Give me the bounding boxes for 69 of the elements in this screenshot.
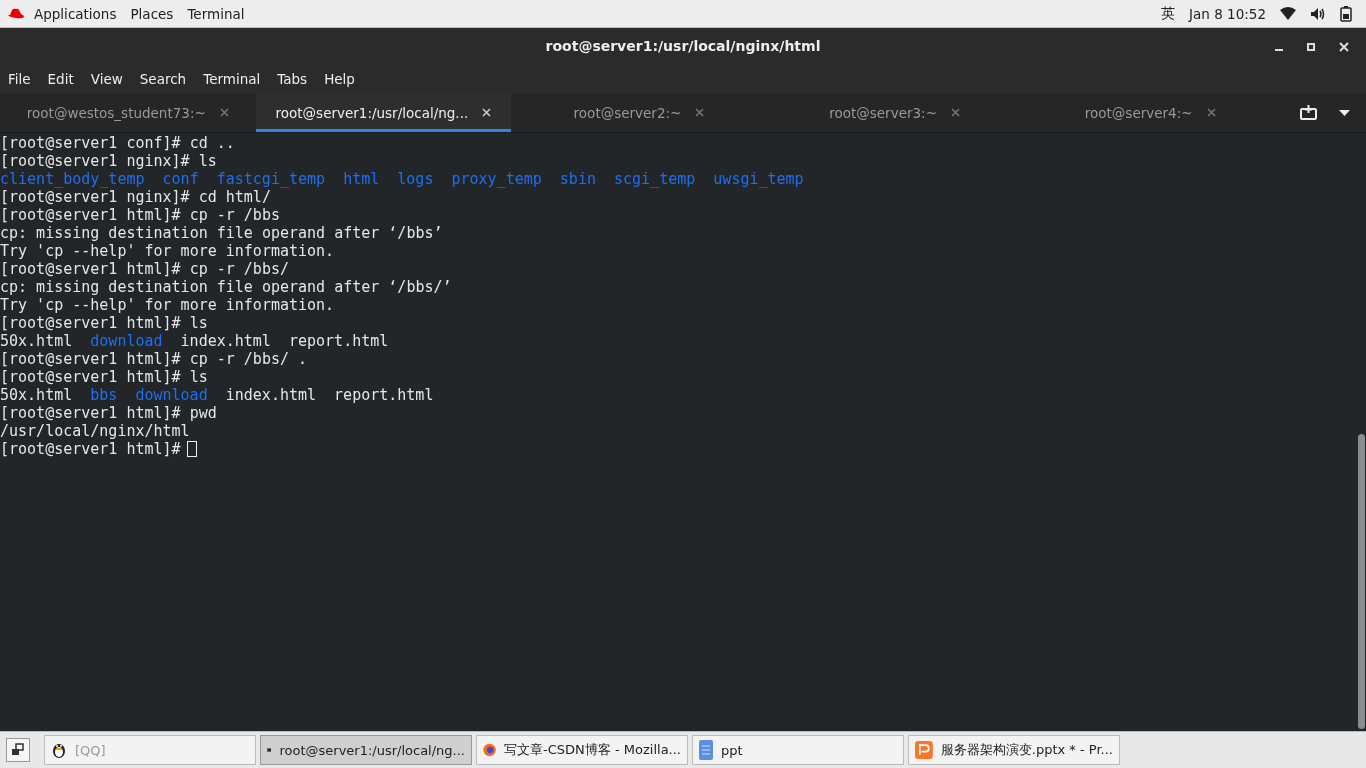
taskbar-window-button[interactable]: ppt bbox=[692, 735, 904, 765]
terminal-line: [root@server1 conf]# cd .. bbox=[0, 134, 235, 152]
file-name: index.html bbox=[180, 332, 271, 350]
hat-logo-icon bbox=[7, 6, 25, 21]
menu-item[interactable]: View bbox=[90, 70, 123, 87]
terminal-line: [root@server1 html]# pwd bbox=[0, 404, 217, 422]
directory-name: conf bbox=[162, 170, 199, 188]
file-name: 50x.html bbox=[0, 332, 73, 350]
terminal-line: [root@server1 html]# cp -r /bbs/ bbox=[0, 260, 289, 278]
directory-name: download bbox=[90, 332, 163, 350]
close-icon[interactable] bbox=[482, 108, 492, 117]
menu-item[interactable]: Tabs bbox=[277, 70, 308, 87]
directory-name: scgi_temp bbox=[614, 170, 696, 188]
directory-name: download bbox=[135, 386, 208, 404]
input-method-indicator[interactable]: 英 bbox=[1161, 4, 1176, 23]
menu-item[interactable]: File bbox=[8, 70, 31, 87]
terminal-line: [root@server1 html]# cp -r /bbs bbox=[0, 206, 280, 224]
battery-icon[interactable] bbox=[1340, 5, 1352, 22]
menu-item[interactable]: Terminal bbox=[203, 70, 261, 87]
wifi-icon[interactable] bbox=[1280, 7, 1296, 20]
clock[interactable]: Jan 8 10:52 bbox=[1189, 5, 1266, 22]
directory-name: html bbox=[343, 170, 380, 188]
terminal-line: Try 'cp --help' for more information. bbox=[0, 242, 335, 260]
terminal-line: [root@server1 nginx]# cd html/ bbox=[0, 188, 271, 206]
top-bar-menu[interactable]: Applications bbox=[34, 5, 117, 22]
terminal-line: [root@server1 nginx]# ls bbox=[0, 152, 217, 170]
file-name: report.html bbox=[288, 332, 389, 350]
directory-name: proxy_temp bbox=[451, 170, 542, 188]
terminal-line: cp: missing destination file operand after ‘/bbs/’ bbox=[0, 278, 452, 296]
top-bar-menu[interactable]: Places bbox=[130, 5, 174, 22]
penguin-icon bbox=[51, 741, 67, 759]
show-desktop-icon[interactable] bbox=[6, 738, 30, 762]
new-tab-icon[interactable] bbox=[1300, 105, 1317, 120]
file-name: index.html bbox=[225, 386, 317, 404]
terminal-tab[interactable]: root@server1:/usr/local/ng... bbox=[255, 93, 512, 132]
window-title: root@server1:/usr/local/nginx/html bbox=[545, 38, 821, 54]
terminal-line: [root@server1 html]# ls bbox=[0, 368, 208, 386]
taskbar-window-button[interactable]: root@server1:/usr/local/ng... bbox=[260, 735, 472, 765]
directory-name: sbin bbox=[559, 170, 596, 188]
menu-item[interactable]: Edit bbox=[47, 70, 74, 87]
terminal-line: /usr/local/nginx/html bbox=[0, 422, 190, 440]
terminal-line: cp: missing destination file operand after ‘/bbs’ bbox=[0, 224, 443, 242]
taskbar-window-button[interactable]: 服务器架构演变.pptx * - Pr... bbox=[908, 735, 1120, 765]
menu-item[interactable]: Search bbox=[139, 70, 187, 87]
dropdown-caret-icon[interactable] bbox=[1339, 109, 1350, 116]
volume-icon[interactable] bbox=[1310, 6, 1326, 21]
directory-name: logs bbox=[397, 170, 434, 188]
maximize-icon[interactable] bbox=[1307, 43, 1315, 51]
document-icon bbox=[699, 740, 713, 760]
scrollbar-thumb[interactable] bbox=[1357, 434, 1365, 729]
terminal-tab[interactable]: root@server4:~ bbox=[1022, 93, 1278, 132]
terminal-line: [root@server1 html]# cp -r /bbs/ . bbox=[0, 350, 308, 368]
file-name: report.html bbox=[334, 386, 434, 404]
terminal-line: [root@server1 html]# ls bbox=[0, 314, 208, 332]
terminal-line: Try 'cp --help' for more information. bbox=[0, 296, 335, 314]
top-bar-menu[interactable]: Terminal bbox=[187, 5, 245, 22]
directory-name: client_body_temp bbox=[0, 170, 145, 188]
terminal-line: [root@server1 html]# bbox=[0, 440, 181, 458]
directory-name: bbs bbox=[90, 386, 118, 404]
terminal-tab[interactable]: root@westos_student73:~ bbox=[0, 93, 256, 132]
terminal-tab[interactable]: root@server2:~ bbox=[511, 93, 767, 132]
directory-name: uwsgi_temp bbox=[713, 170, 804, 188]
taskbar-window-button[interactable]: 写文章-CSDN博客 - Mozilla... bbox=[476, 735, 688, 765]
directory-name: fastcgi_temp bbox=[216, 170, 326, 188]
terminal-area[interactable] bbox=[0, 133, 1366, 731]
presentation-app-icon bbox=[915, 739, 933, 761]
file-name: 50x.html bbox=[0, 386, 73, 404]
terminal-tab[interactable]: root@server3:~ bbox=[766, 93, 1023, 132]
menu-item[interactable]: Help bbox=[324, 70, 355, 87]
